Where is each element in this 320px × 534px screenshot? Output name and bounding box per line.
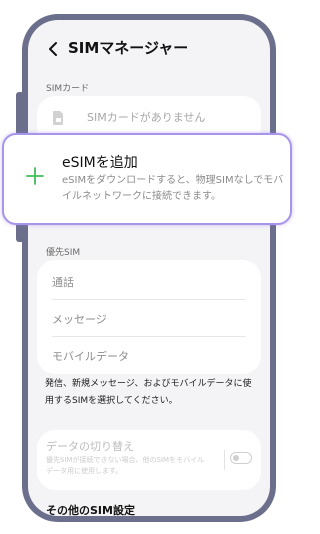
pref-row-messages-label: メッセージ bbox=[52, 313, 107, 326]
screen: SIMマネージャー SIMカード SIMカードがありません 優先SIM 通話 メ… bbox=[28, 20, 270, 516]
add-esim-button[interactable]: eSIMを追加 eSIMをダウンロードすると、物理SIMなしでモバイルネットワー… bbox=[2, 133, 292, 225]
pref-row-calls-label: 通話 bbox=[52, 276, 74, 289]
pref-row-calls[interactable]: 通話 bbox=[46, 262, 256, 299]
toggle-knob bbox=[233, 454, 239, 461]
preferred-sim-footnote: 発信、新規メッセージ、およびモバイルデータに使用するSIMを選択してください。 bbox=[45, 379, 252, 406]
preferred-sim-section-label: 優先SIM bbox=[46, 248, 81, 258]
add-esim-description: eSIMをダウンロードすると、物理SIMなしでモバイルネットワークに接続できます… bbox=[62, 175, 284, 202]
pref-row-mobile-data[interactable]: モバイルデータ bbox=[46, 336, 256, 373]
pref-row-mobile-data-label: モバイルデータ bbox=[52, 350, 129, 363]
header: SIMマネージャー bbox=[28, 34, 270, 64]
sim-card-icon bbox=[53, 111, 63, 125]
preferred-sim-card: 通話 メッセージ モバイルデータ bbox=[37, 260, 261, 374]
other-sim-settings-link[interactable]: その他のSIM設定 bbox=[46, 502, 135, 516]
data-switching-title: データの切り替え bbox=[46, 440, 134, 453]
add-esim-title: eSIMを追加 bbox=[62, 155, 138, 171]
data-switching-toggle[interactable] bbox=[230, 452, 252, 464]
no-sim-text: SIMカードがありません bbox=[87, 111, 206, 124]
back-arrow-icon[interactable] bbox=[44, 38, 64, 60]
sim-cards-section-label: SIMカード bbox=[46, 84, 90, 94]
page-title: SIMマネージャー bbox=[68, 39, 189, 57]
toggle-divider bbox=[224, 450, 225, 470]
plus-icon bbox=[26, 167, 44, 185]
pref-row-messages[interactable]: メッセージ bbox=[46, 299, 256, 336]
data-switching-description: 優先SIMが接続できない場合、他のSIMをモバイルデータ用に使用します。 bbox=[46, 456, 205, 475]
